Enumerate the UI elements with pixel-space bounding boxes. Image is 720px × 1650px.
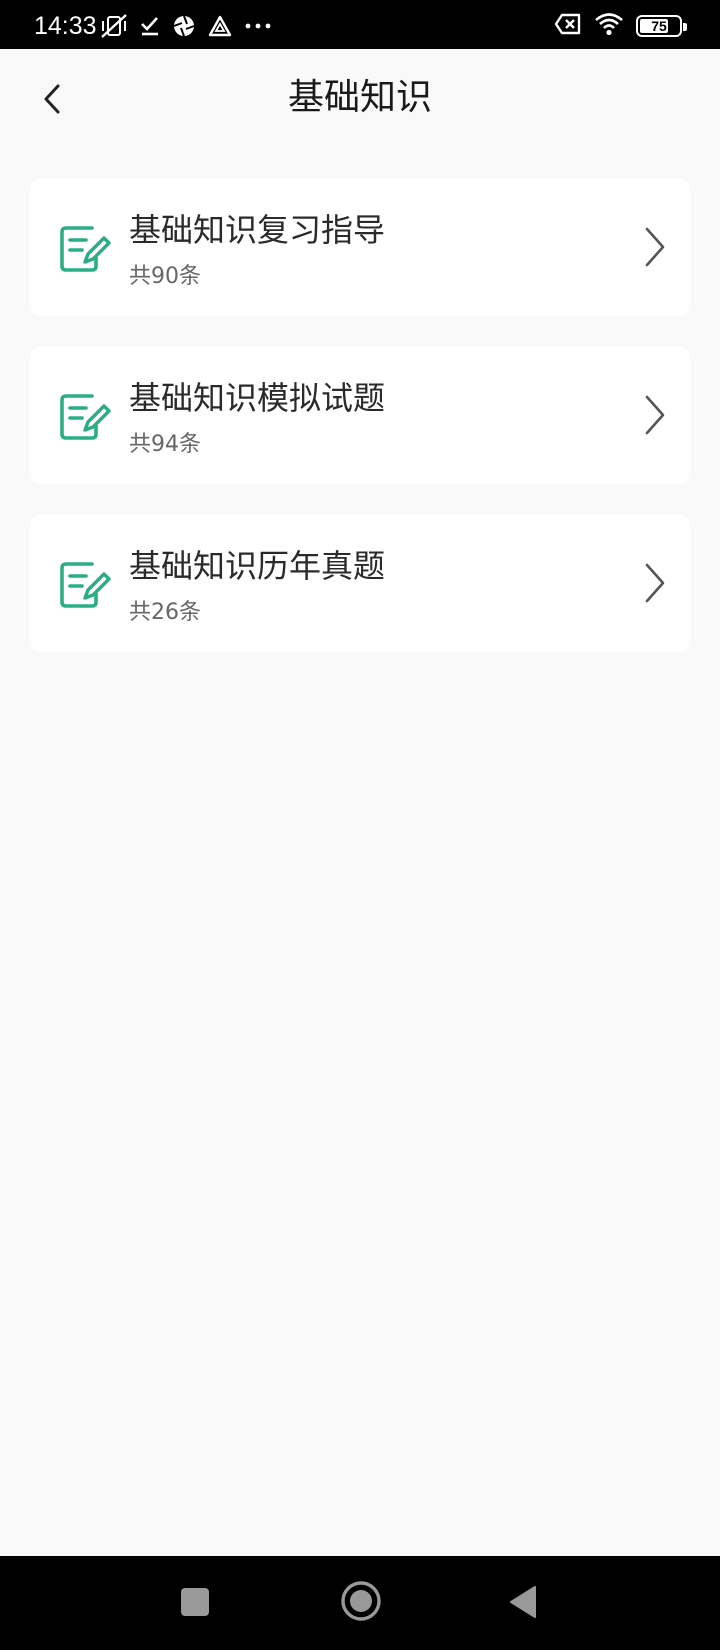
back-triangle-icon[interactable] bbox=[507, 1584, 539, 1620]
battery-level: 75 bbox=[651, 18, 667, 34]
aperture-icon bbox=[172, 14, 196, 38]
edit-document-icon bbox=[60, 226, 111, 272]
battery-nub bbox=[683, 23, 687, 31]
item-title: 基础知识复习指导 bbox=[129, 211, 386, 249]
status-bar: 14:33 75 bbox=[0, 0, 720, 49]
triangle-app-icon bbox=[208, 15, 232, 37]
chevron-right-icon bbox=[645, 227, 665, 267]
sim-x-icon bbox=[554, 13, 582, 39]
chevron-right-icon bbox=[645, 563, 665, 603]
item-count: 共26条 bbox=[129, 600, 201, 625]
home-circle-icon[interactable] bbox=[340, 1580, 382, 1622]
chevron-right-icon bbox=[645, 395, 665, 435]
item-title: 基础知识模拟试题 bbox=[129, 379, 386, 417]
page-title: 基础知识 bbox=[287, 77, 432, 118]
item-count: 共94条 bbox=[129, 432, 201, 457]
recents-square-icon[interactable] bbox=[181, 1588, 209, 1616]
mute-vibrate-icon bbox=[100, 13, 128, 39]
header: 基础知识 bbox=[0, 49, 720, 149]
item-title: 基础知识历年真题 bbox=[129, 547, 386, 585]
list-item[interactable]: 基础知识历年真题 共26条 bbox=[30, 515, 690, 652]
more-dots-icon bbox=[244, 22, 272, 30]
system-nav-bar bbox=[0, 1556, 720, 1650]
battery-icon: 75 bbox=[636, 15, 687, 37]
item-list: 基础知识复习指导 共90条 基础知识模拟试题 共94条 基础知识历年真题 共26… bbox=[30, 179, 690, 683]
status-right-icons: 75 bbox=[554, 12, 687, 40]
list-item[interactable]: 基础知识模拟试题 共94条 bbox=[30, 347, 690, 484]
check-icon bbox=[140, 15, 160, 37]
status-left-icons bbox=[100, 12, 272, 40]
status-time: 14:33 bbox=[34, 12, 97, 40]
edit-document-icon bbox=[60, 562, 111, 608]
wifi-icon bbox=[594, 12, 624, 40]
edit-document-icon bbox=[60, 394, 111, 440]
list-item[interactable]: 基础知识复习指导 共90条 bbox=[30, 179, 690, 316]
item-count: 共90条 bbox=[129, 264, 201, 289]
